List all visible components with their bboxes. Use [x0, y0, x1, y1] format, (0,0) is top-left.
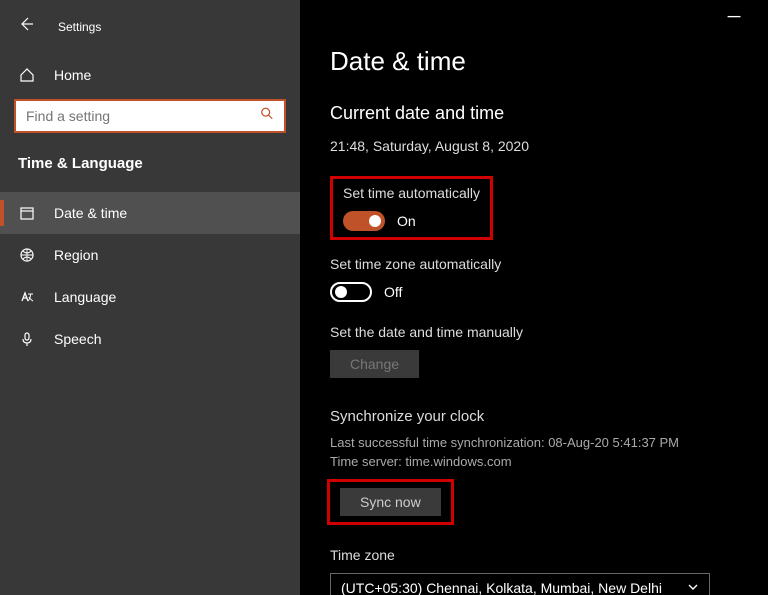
sync-heading: Synchronize your clock: [330, 408, 738, 425]
sidebar-item-label: Speech: [54, 331, 101, 347]
highlight-auto-time: Set time automatically On: [330, 176, 493, 240]
current-datetime-title: Current date and time: [330, 103, 738, 124]
sidebar-item-date-time[interactable]: Date & time: [0, 192, 300, 234]
minimize-button[interactable]: ─: [724, 6, 744, 27]
sidebar-item-label: Date & time: [54, 205, 127, 221]
settings-sidebar: Settings Home Time & Language Date & tim…: [0, 0, 300, 595]
back-icon[interactable]: [18, 16, 34, 37]
timezone-block: Time zone (UTC+05:30) Chennai, Kolkata, …: [330, 547, 738, 595]
home-label: Home: [54, 67, 91, 83]
search-input[interactable]: [16, 101, 284, 131]
sync-last: Last successful time synchronization: 08…: [330, 435, 738, 450]
auto-tz-label: Set time zone automatically: [330, 256, 738, 272]
sync-now-button[interactable]: Sync now: [340, 488, 441, 516]
auto-time-state: On: [397, 213, 416, 229]
current-datetime-value: 21:48, Saturday, August 8, 2020: [330, 138, 738, 154]
page-heading: Date & time: [330, 46, 738, 77]
auto-tz-state: Off: [384, 284, 402, 300]
search-icon: [260, 107, 274, 126]
auto-time-toggle[interactable]: [343, 211, 385, 231]
app-title: Settings: [58, 20, 101, 34]
auto-tz-toggle[interactable]: [330, 282, 372, 302]
language-icon: [18, 288, 36, 306]
timezone-selected: (UTC+05:30) Chennai, Kolkata, Mumbai, Ne…: [341, 580, 662, 595]
home-icon: [18, 66, 36, 84]
sync-block: Synchronize your clock Last successful t…: [330, 408, 738, 525]
search-box[interactable]: [14, 99, 286, 133]
calendar-icon: [18, 204, 36, 222]
category-title: Time & Language: [0, 145, 300, 186]
sync-server: Time server: time.windows.com: [330, 454, 738, 469]
manual-block: Set the date and time manually Change: [330, 324, 738, 378]
manual-label: Set the date and time manually: [330, 324, 738, 340]
titlebar: Settings: [0, 6, 300, 55]
change-button[interactable]: Change: [330, 350, 419, 378]
main-content: ─ Date & time Current date and time 21:4…: [300, 0, 768, 595]
sidebar-item-speech[interactable]: Speech: [0, 318, 300, 360]
auto-tz-block: Set time zone automatically Off: [330, 256, 738, 302]
highlight-sync-now: Sync now: [327, 479, 454, 525]
sidebar-item-label: Region: [54, 247, 98, 263]
sidebar-list: Date & time Region Language Speech: [0, 186, 300, 360]
sidebar-item-region[interactable]: Region: [0, 234, 300, 276]
timezone-select[interactable]: (UTC+05:30) Chennai, Kolkata, Mumbai, Ne…: [330, 573, 710, 595]
auto-time-label: Set time automatically: [343, 185, 480, 201]
microphone-icon: [18, 330, 36, 348]
timezone-label: Time zone: [330, 547, 738, 563]
chevron-down-icon: [687, 580, 699, 595]
sidebar-item-label: Language: [54, 289, 116, 305]
sidebar-item-language[interactable]: Language: [0, 276, 300, 318]
sidebar-item-home[interactable]: Home: [0, 55, 300, 95]
globe-icon: [18, 246, 36, 264]
